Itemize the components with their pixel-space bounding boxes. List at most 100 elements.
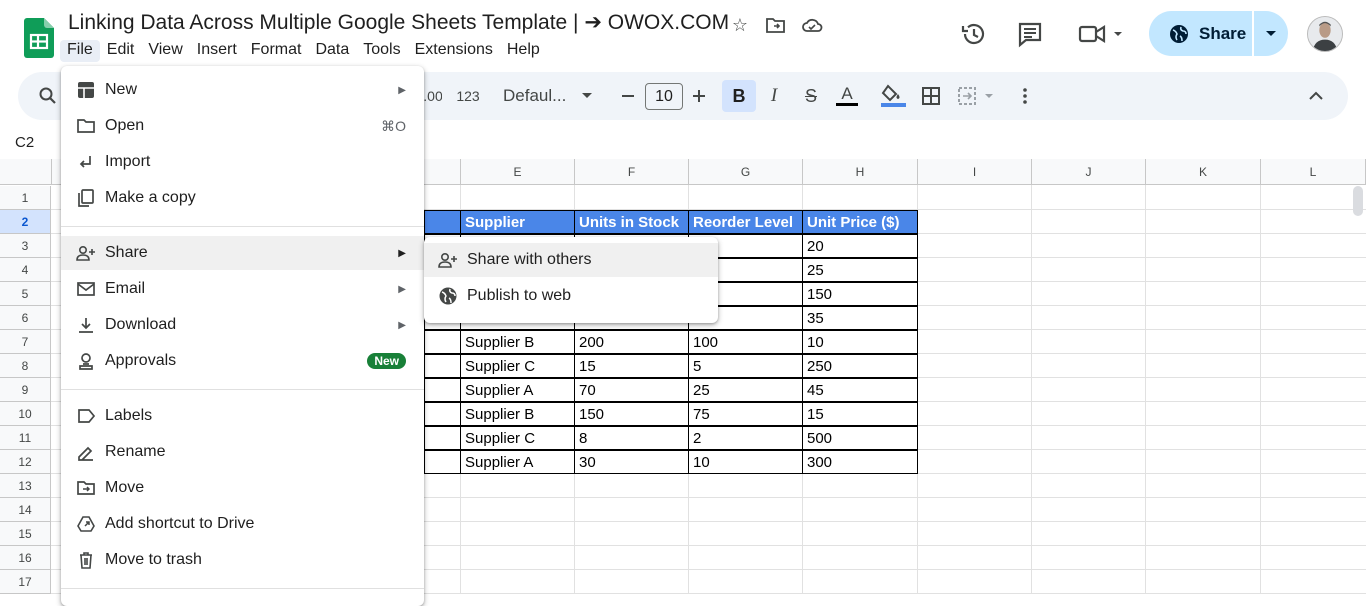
column-header-g[interactable]: G — [689, 159, 803, 185]
select-all-corner[interactable] — [0, 159, 52, 185]
column-header-h[interactable]: H — [803, 159, 918, 185]
table-cell[interactable]: 5 — [688, 354, 803, 378]
collapse-toolbar-icon[interactable] — [1306, 86, 1326, 106]
column-header-l[interactable]: L — [1261, 159, 1366, 185]
table-cell[interactable]: 35 — [802, 306, 918, 330]
table-cell[interactable]: Supplier B — [460, 402, 575, 426]
header-cell-units[interactable]: Units in Stock — [574, 210, 689, 234]
version-history-icon[interactable] — [960, 20, 988, 48]
row-header[interactable]: 11 — [0, 426, 51, 450]
column-header-k[interactable]: K — [1146, 159, 1261, 185]
menu-help[interactable]: Help — [500, 40, 547, 62]
table-cell[interactable]: 25 — [688, 378, 803, 402]
table-cell[interactable]: 70 — [574, 378, 689, 402]
menu-item-import[interactable]: Import — [61, 145, 424, 179]
table-cell[interactable] — [424, 354, 461, 378]
more-formats-button[interactable]: 123 — [452, 84, 484, 108]
menu-item-download[interactable]: Download ▶ — [61, 308, 424, 342]
font-dropdown-icon[interactable] — [580, 89, 594, 103]
table-cell[interactable]: 10 — [688, 450, 803, 474]
menu-item-move[interactable]: Move — [61, 471, 424, 505]
avatar[interactable] — [1307, 16, 1343, 52]
row-header[interactable]: 8 — [0, 354, 51, 378]
bold-button[interactable]: B — [722, 80, 756, 112]
table-cell[interactable]: Supplier C — [460, 426, 575, 450]
menu-item-approvals[interactable]: Approvals New — [61, 344, 424, 378]
strikethrough-button[interactable]: S — [800, 84, 822, 108]
table-cell[interactable]: 200 — [574, 330, 689, 354]
name-box[interactable]: C2 — [15, 134, 34, 151]
header-cell-reorder[interactable]: Reorder Level — [688, 210, 803, 234]
menu-data[interactable]: Data — [308, 40, 356, 62]
table-cell[interactable]: 15 — [802, 402, 918, 426]
row-header[interactable]: 6 — [0, 306, 51, 330]
vertical-scrollbar[interactable] — [1353, 186, 1363, 216]
table-cell[interactable]: 250 — [802, 354, 918, 378]
menu-format[interactable]: Format — [244, 40, 309, 62]
row-header[interactable]: 15 — [0, 522, 51, 546]
menu-item-email[interactable]: Email ▶ — [61, 272, 424, 306]
menu-item-make-copy[interactable]: Make a copy — [61, 181, 424, 215]
share-dropdown-icon[interactable] — [1263, 25, 1279, 41]
table-cell[interactable]: 300 — [802, 450, 918, 474]
row-header[interactable]: 4 — [0, 258, 51, 282]
text-color-button[interactable]: A — [836, 84, 858, 106]
table-cell[interactable]: 15 — [574, 354, 689, 378]
table-cell[interactable]: 25 — [802, 258, 918, 282]
decrease-font-size-icon[interactable] — [618, 86, 638, 106]
column-header-e[interactable]: E — [461, 159, 575, 185]
row-header[interactable]: 13 — [0, 474, 51, 498]
table-cell[interactable]: 150 — [574, 402, 689, 426]
menu-item-add-shortcut[interactable]: Add shortcut to Drive — [61, 507, 424, 541]
row-header[interactable]: 10 — [0, 402, 51, 426]
italic-button[interactable]: I — [764, 84, 784, 108]
header-cell-supplier[interactable]: Supplier — [460, 210, 575, 234]
table-cell[interactable]: 45 — [802, 378, 918, 402]
more-options-icon[interactable] — [1015, 86, 1035, 106]
move-folder-icon[interactable] — [764, 14, 788, 36]
menu-item-rename[interactable]: Rename — [61, 435, 424, 469]
table-cell[interactable]: Supplier A — [460, 378, 575, 402]
column-header-i[interactable]: I — [918, 159, 1032, 185]
row-header[interactable]: 5 — [0, 282, 51, 306]
table-cell[interactable]: 75 — [688, 402, 803, 426]
row-header[interactable]: 16 — [0, 546, 51, 570]
table-cell[interactable] — [424, 426, 461, 450]
table-cell[interactable]: 150 — [802, 282, 918, 306]
table-cell[interactable]: 100 — [688, 330, 803, 354]
header-cell-price[interactable]: Unit Price ($) — [802, 210, 918, 234]
table-cell[interactable]: 20 — [802, 234, 918, 258]
document-title[interactable]: Linking Data Across Multiple Google Shee… — [68, 10, 729, 35]
meet-icon[interactable] — [1076, 20, 1126, 48]
table-cell[interactable]: Supplier B — [460, 330, 575, 354]
row-header[interactable]: 2 — [0, 210, 51, 234]
submenu-item-publish-to-web[interactable]: Publish to web — [424, 279, 718, 313]
menu-item-trash[interactable]: Move to trash — [61, 543, 424, 577]
table-cell[interactable]: 500 — [802, 426, 918, 450]
menu-item-new[interactable]: New ▶ — [61, 73, 424, 107]
table-cell[interactable] — [424, 330, 461, 354]
menu-item-open[interactable]: Open ⌘O — [61, 109, 424, 143]
font-size-input[interactable]: 10 — [645, 83, 683, 110]
row-header[interactable]: 3 — [0, 234, 51, 258]
menu-extensions[interactable]: Extensions — [408, 40, 500, 62]
table-cell[interactable]: Supplier C — [460, 354, 575, 378]
search-menus-icon[interactable] — [38, 86, 58, 106]
submenu-item-share-with-others[interactable]: Share with others — [424, 243, 718, 277]
menu-file[interactable]: File — [60, 40, 100, 62]
table-cell[interactable] — [424, 378, 461, 402]
share-button[interactable]: Share — [1149, 11, 1288, 56]
menu-insert[interactable]: Insert — [190, 40, 244, 62]
row-header[interactable]: 7 — [0, 330, 51, 354]
borders-icon[interactable] — [921, 86, 941, 106]
row-header[interactable]: 9 — [0, 378, 51, 402]
row-header[interactable]: 1 — [0, 186, 51, 210]
column-header-f[interactable]: F — [575, 159, 689, 185]
table-cell[interactable]: 2 — [688, 426, 803, 450]
menu-item-share[interactable]: Share ▶ — [61, 236, 424, 270]
menu-view[interactable]: View — [141, 40, 189, 62]
row-header[interactable]: 17 — [0, 570, 51, 594]
cloud-status-icon[interactable] — [800, 14, 824, 36]
menu-edit[interactable]: Edit — [100, 40, 142, 62]
increase-decimal-button[interactable]: .00 — [424, 84, 442, 108]
